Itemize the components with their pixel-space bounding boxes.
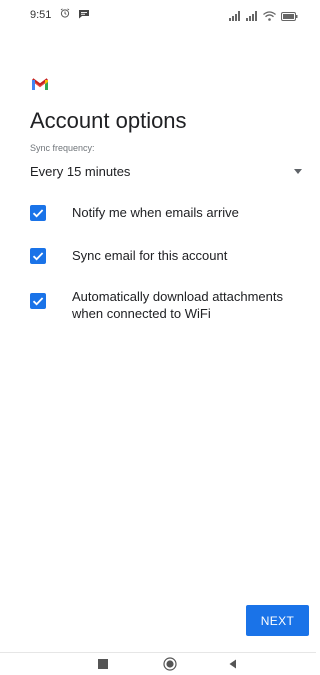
notify-emails-label: Notify me when emails arrive	[72, 205, 239, 220]
wifi-icon	[263, 11, 276, 21]
back-icon[interactable]	[228, 659, 238, 669]
signal-icon	[246, 11, 257, 21]
dropdown-arrow-icon	[294, 169, 302, 174]
sync-frequency-select[interactable]: Every 15 minutes	[30, 160, 302, 184]
message-icon	[79, 10, 89, 19]
checkmark-icon	[32, 209, 44, 218]
navigation-bar	[0, 652, 316, 675]
signal-icon	[229, 11, 240, 21]
alarm-icon	[60, 8, 70, 18]
home-icon[interactable]	[163, 657, 177, 671]
next-button[interactable]: NEXT	[246, 605, 309, 636]
sync-email-checkbox[interactable]	[30, 248, 46, 264]
notify-emails-checkbox[interactable]	[30, 205, 46, 221]
sync-email-label: Sync email for this account	[72, 248, 228, 263]
checkmark-icon	[32, 252, 44, 261]
checkmark-icon	[32, 297, 44, 306]
page-title: Account options	[30, 108, 187, 133]
battery-icon	[281, 12, 298, 21]
download-attachments-checkbox[interactable]	[30, 293, 46, 309]
download-attachments-label: Automatically download attachments when …	[72, 289, 284, 321]
sync-frequency-value: Every 15 minutes	[30, 164, 131, 179]
recent-apps-icon[interactable]	[98, 659, 108, 669]
status-bar: 9:51	[0, 0, 316, 30]
sync-frequency-label: Sync frequency:	[30, 143, 95, 153]
gmail-logo-icon	[32, 78, 48, 90]
status-time: 9:51	[30, 9, 52, 21]
